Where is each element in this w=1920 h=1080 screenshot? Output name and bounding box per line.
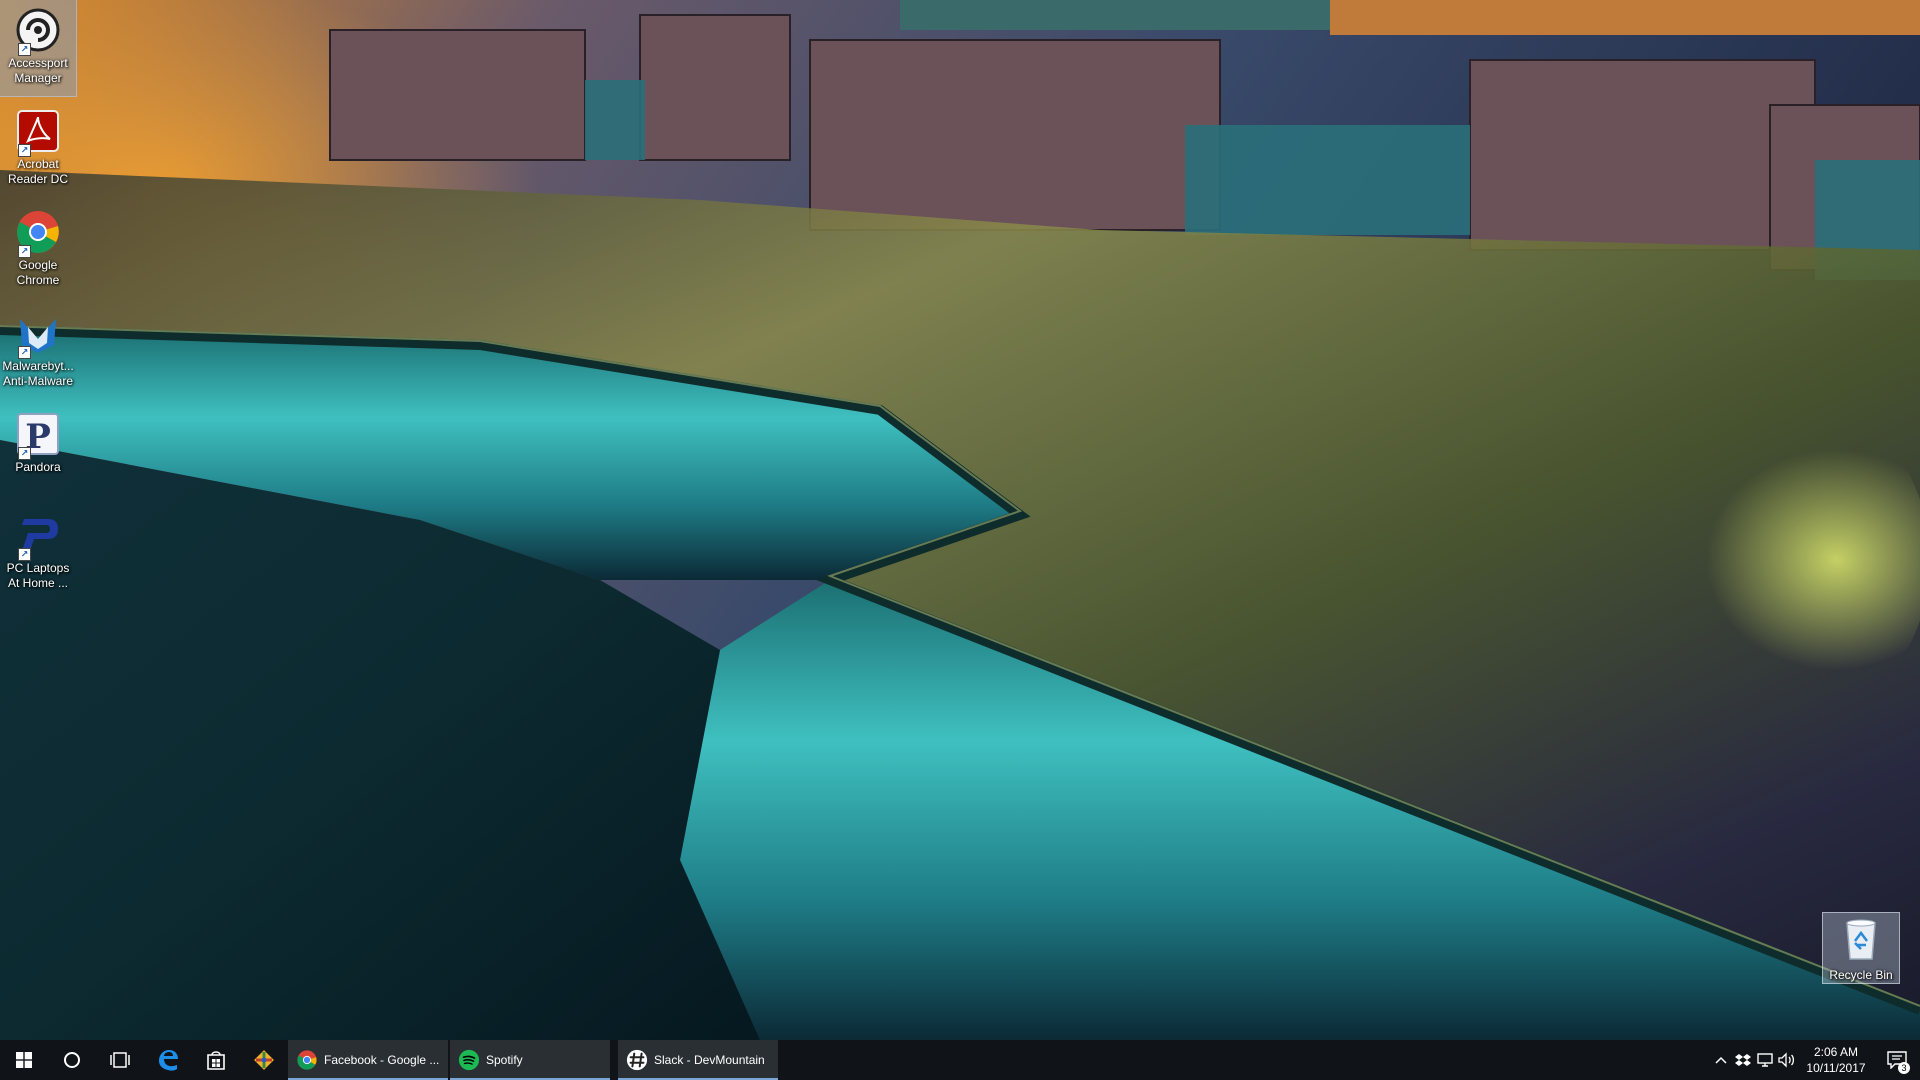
desktop-icon-malwarebytes[interactable]: ↗ Malwarebyt... Anti-Malware <box>0 303 76 399</box>
chrome-icon: ↗ <box>14 208 62 258</box>
cortana-search-button[interactable] <box>48 1040 96 1080</box>
pinned-git-button[interactable] <box>240 1040 288 1080</box>
show-hidden-icons-button[interactable] <box>1710 1040 1732 1080</box>
desktop-icon-label: Acrobat Reader DC <box>7 157 69 186</box>
dropbox-tray-button[interactable] <box>1732 1040 1754 1080</box>
desktop-icon-accessport-manager[interactable]: ↗ Accessport Manager <box>0 0 77 97</box>
slack-icon <box>626 1049 648 1071</box>
task-view-button[interactable] <box>96 1040 144 1080</box>
desktop-icon-recycle-bin[interactable]: Recycle Bin <box>1822 912 1900 984</box>
taskbar-app-label: Slack - DevMountain <box>654 1053 765 1067</box>
cortana-search-icon <box>64 1052 80 1068</box>
taskbar-app-label: Spotify <box>486 1053 523 1067</box>
desktop-icon-pandora[interactable]: P ↗ Pandora <box>0 404 76 500</box>
notification-count-badge: 3 <box>1898 1062 1910 1074</box>
desktop-icon-label: Malwarebyt... Anti-Malware <box>2 359 74 388</box>
recycle-bin-icon <box>1841 917 1881 966</box>
recycle-bin-label: Recycle Bin <box>1829 968 1893 982</box>
chrome-icon <box>297 1050 317 1070</box>
taskbar-app-label: Facebook - Google ... <box>324 1053 440 1067</box>
chevron-up-icon <box>1715 1056 1727 1064</box>
desktop-icon-label: Google Chrome <box>16 258 60 287</box>
pc-laptops-icon: ↗ <box>14 511 62 561</box>
action-center-button[interactable]: 3 <box>1874 1040 1920 1080</box>
windows-start-icon <box>16 1052 32 1068</box>
start-button[interactable] <box>0 1040 48 1080</box>
spotify-icon <box>458 1049 480 1071</box>
edge-icon <box>159 1050 178 1071</box>
accessport-icon: ↗ <box>14 6 62 56</box>
desktop-icon-google-chrome[interactable]: ↗ Google Chrome <box>0 202 76 298</box>
volume-icon <box>1778 1052 1795 1068</box>
desktop-icon-label: Accessport Manager <box>8 56 68 85</box>
taskbar-clock[interactable]: 2:06 AM 10/11/2017 <box>1798 1044 1874 1076</box>
network-icon <box>1757 1053 1773 1067</box>
clock-date: 10/11/2017 <box>1806 1061 1866 1075</box>
volume-tray-button[interactable] <box>1776 1040 1798 1080</box>
pandora-icon: P ↗ <box>14 410 62 460</box>
git-icon <box>254 1050 274 1070</box>
desktop-icon-label: PC Laptops At Home ... <box>6 561 70 590</box>
taskbar-app-slack[interactable]: Slack - DevMountain <box>618 1040 778 1080</box>
network-tray-button[interactable] <box>1754 1040 1776 1080</box>
clock-time: 2:06 AM <box>1813 1045 1859 1059</box>
malwarebytes-icon: ↗ <box>14 309 62 359</box>
taskbar-app-chrome[interactable]: Facebook - Google ... <box>288 1040 448 1080</box>
desktop-wallpaper <box>0 0 1920 1040</box>
system-tray: 2:06 AM 10/11/2017 3 <box>1710 1040 1920 1080</box>
taskbar: Facebook - Google ... Spotify Slack - De… <box>0 1040 1920 1080</box>
store-icon <box>207 1051 225 1070</box>
pinned-edge-button[interactable] <box>144 1040 192 1080</box>
desktop-icon-acrobat-reader[interactable]: ↗ Acrobat Reader DC <box>0 101 76 197</box>
desktop-icon-pc-laptops[interactable]: ↗ PC Laptops At Home ... <box>0 505 76 601</box>
pinned-store-button[interactable] <box>192 1040 240 1080</box>
taskbar-app-spotify[interactable]: Spotify <box>450 1040 610 1080</box>
dropbox-icon <box>1735 1054 1751 1066</box>
acrobat-icon: ↗ <box>14 107 62 157</box>
desktop-icon-label: Pandora <box>15 460 61 474</box>
task-view-icon <box>110 1052 130 1068</box>
